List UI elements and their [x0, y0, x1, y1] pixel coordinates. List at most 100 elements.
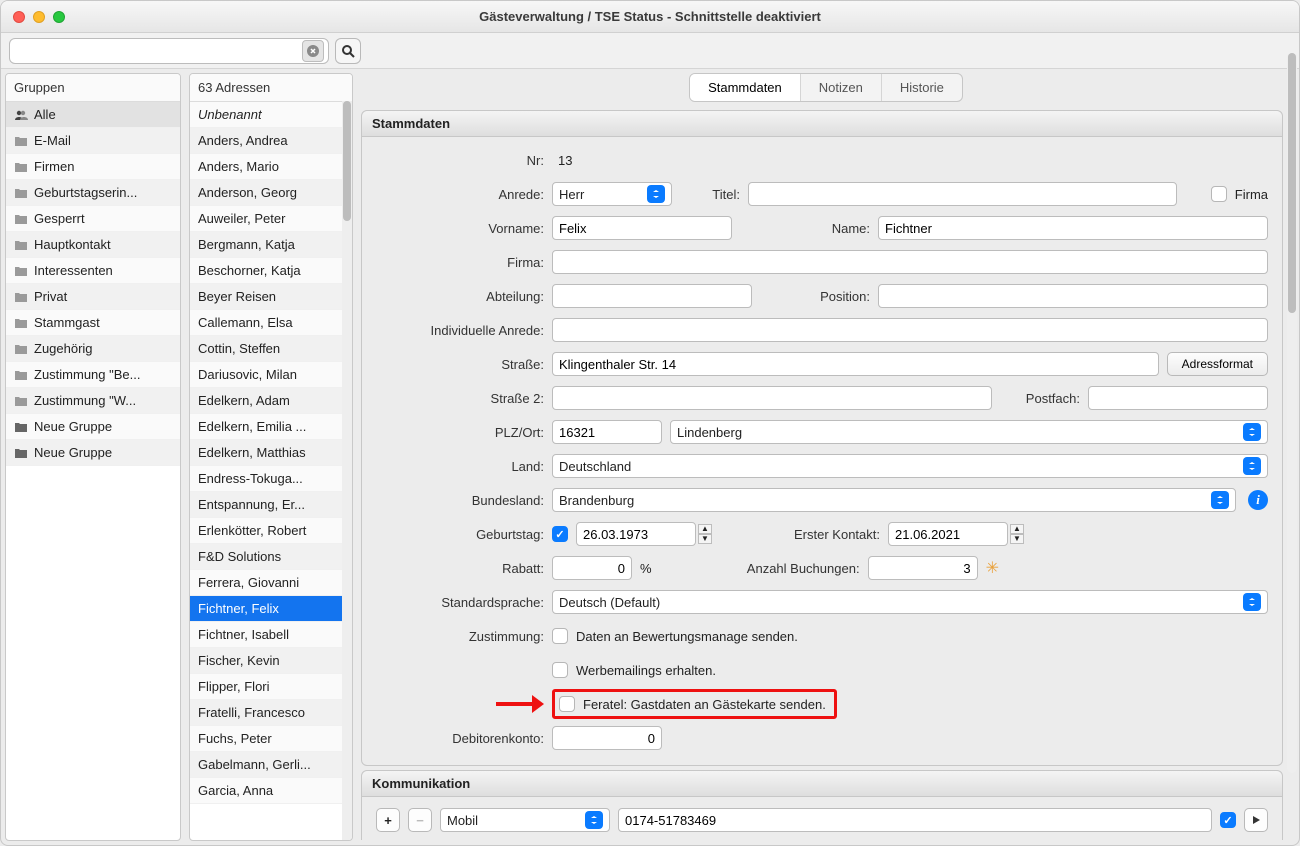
group-item[interactable]: E-Mail	[6, 128, 180, 154]
address-item[interactable]: Anders, Andrea	[190, 128, 352, 154]
addresses-scrollbar[interactable]	[342, 101, 352, 840]
address-item[interactable]: Edelkern, Adam	[190, 388, 352, 414]
anrede-select[interactable]: Herr	[552, 182, 672, 206]
consent-feratel-checkbox[interactable]	[559, 696, 575, 712]
stepper-down-icon[interactable]: ▼	[1010, 534, 1024, 544]
stepper-up-icon[interactable]: ▲	[698, 524, 712, 534]
strasse2-input[interactable]	[552, 386, 992, 410]
address-item[interactable]: Gabelmann, Gerli...	[190, 752, 352, 778]
group-item[interactable]: Zustimmung "Be...	[6, 362, 180, 388]
address-item[interactable]: Ferrera, Giovanni	[190, 570, 352, 596]
address-item[interactable]: Unbenannt	[190, 102, 352, 128]
group-item[interactable]: Gesperrt	[6, 206, 180, 232]
land-select[interactable]: Deutschland	[552, 454, 1268, 478]
komm-value-input[interactable]	[618, 808, 1212, 832]
close-window-button[interactable]	[13, 11, 25, 23]
sparkle-icon[interactable]: ✳	[986, 558, 999, 578]
position-input[interactable]	[878, 284, 1268, 308]
detail-scrollbar[interactable]	[1287, 73, 1295, 773]
ind-anrede-input[interactable]	[552, 318, 1268, 342]
geburtstag-checkbox[interactable]	[552, 526, 568, 542]
address-item[interactable]: Edelkern, Emilia ...	[190, 414, 352, 440]
group-item[interactable]: Stammgast	[6, 310, 180, 336]
sprache-select[interactable]: Deutsch (Default)	[552, 590, 1268, 614]
debitor-input[interactable]	[552, 726, 662, 750]
address-item[interactable]: F&D Solutions	[190, 544, 352, 570]
address-item[interactable]: Anderson, Georg	[190, 180, 352, 206]
strasse-input[interactable]	[552, 352, 1159, 376]
address-item[interactable]: Auweiler, Peter	[190, 206, 352, 232]
name-input[interactable]	[878, 216, 1268, 240]
geburtstag-input[interactable]	[576, 522, 696, 546]
address-item[interactable]: Entspannung, Er...	[190, 492, 352, 518]
land-label: Land:	[376, 459, 544, 474]
group-item[interactable]: Zustimmung "W...	[6, 388, 180, 414]
address-item[interactable]: Fuchs, Peter	[190, 726, 352, 752]
address-item[interactable]: Edelkern, Matthias	[190, 440, 352, 466]
address-item[interactable]: Callemann, Elsa	[190, 310, 352, 336]
rabatt-input[interactable]	[552, 556, 632, 580]
anzahl-input[interactable]	[868, 556, 978, 580]
groups-list[interactable]: AlleE-MailFirmenGeburtstagserin...Gesper…	[6, 102, 180, 840]
adressformat-button[interactable]: Adressformat	[1167, 352, 1268, 376]
remove-komm-button[interactable]: −	[408, 808, 432, 832]
erster-kontakt-stepper[interactable]: ▲▼	[888, 522, 1024, 546]
address-item[interactable]: Endress-Tokuga...	[190, 466, 352, 492]
postfach-input[interactable]	[1088, 386, 1268, 410]
address-item[interactable]: Anders, Mario	[190, 154, 352, 180]
komm-type-select[interactable]: Mobil	[440, 808, 610, 832]
address-item[interactable]: Bergmann, Katja	[190, 232, 352, 258]
add-komm-button[interactable]: +	[376, 808, 400, 832]
plz-input[interactable]	[552, 420, 662, 444]
search-button[interactable]	[335, 38, 361, 64]
chevron-down-icon	[1243, 423, 1261, 441]
address-item[interactable]: Fichtner, Isabell	[190, 622, 352, 648]
tab-historie[interactable]: Historie	[882, 74, 962, 101]
stepper-up-icon[interactable]: ▲	[1010, 524, 1024, 534]
ort-select[interactable]: Lindenberg	[670, 420, 1268, 444]
vorname-input[interactable]	[552, 216, 732, 240]
consent-mailings-checkbox[interactable]	[552, 662, 568, 678]
info-icon[interactable]: i	[1248, 490, 1268, 510]
address-item[interactable]: Garcia, Anna	[190, 778, 352, 804]
address-item[interactable]: Cottin, Steffen	[190, 336, 352, 362]
address-item[interactable]: Beschorner, Katja	[190, 258, 352, 284]
address-item[interactable]: Fratelli, Francesco	[190, 700, 352, 726]
group-item[interactable]: Privat	[6, 284, 180, 310]
addresses-list[interactable]: UnbenanntAnders, AndreaAnders, MarioAnde…	[190, 102, 352, 840]
group-item[interactable]: Interessenten	[6, 258, 180, 284]
tab-notizen[interactable]: Notizen	[801, 74, 882, 101]
address-item[interactable]: Dariusovic, Milan	[190, 362, 352, 388]
address-item[interactable]: Erlenkötter, Robert	[190, 518, 352, 544]
bundesland-select[interactable]: Brandenburg	[552, 488, 1236, 512]
group-item[interactable]: Hauptkontakt	[6, 232, 180, 258]
geburtstag-stepper[interactable]: ▲▼	[576, 522, 712, 546]
maximize-window-button[interactable]	[53, 11, 65, 23]
erster-kontakt-input[interactable]	[888, 522, 1008, 546]
address-item[interactable]: Flipper, Flori	[190, 674, 352, 700]
address-item[interactable]: Fischer, Kevin	[190, 648, 352, 674]
clear-search-button[interactable]	[302, 40, 324, 62]
minimize-window-button[interactable]	[33, 11, 45, 23]
stepper-down-icon[interactable]: ▼	[698, 534, 712, 544]
firma-input[interactable]	[552, 250, 1268, 274]
tab-stammdaten[interactable]: Stammdaten	[690, 74, 801, 101]
titel-input[interactable]	[748, 182, 1177, 206]
detail-scroll[interactable]: Stammdaten Nr: 13 Anrede: Herr	[357, 110, 1295, 840]
abteilung-input[interactable]	[552, 284, 752, 308]
firma-checkbox[interactable]	[1211, 186, 1227, 202]
address-item-label: Fichtner, Isabell	[198, 627, 289, 642]
group-item[interactable]: Geburtstagserin...	[6, 180, 180, 206]
group-item[interactable]: Firmen	[6, 154, 180, 180]
group-item[interactable]: Neue Gruppe	[6, 440, 180, 466]
group-item[interactable]: Neue Gruppe	[6, 414, 180, 440]
group-item[interactable]: Alle	[6, 102, 180, 128]
komm-active-checkbox[interactable]	[1220, 812, 1236, 828]
komm-action-button[interactable]	[1244, 808, 1268, 832]
search-input[interactable]	[14, 43, 300, 58]
search-field[interactable]	[9, 38, 329, 64]
address-item[interactable]: Fichtner, Felix	[190, 596, 352, 622]
consent-review-checkbox[interactable]	[552, 628, 568, 644]
address-item[interactable]: Beyer Reisen	[190, 284, 352, 310]
group-item[interactable]: Zugehörig	[6, 336, 180, 362]
